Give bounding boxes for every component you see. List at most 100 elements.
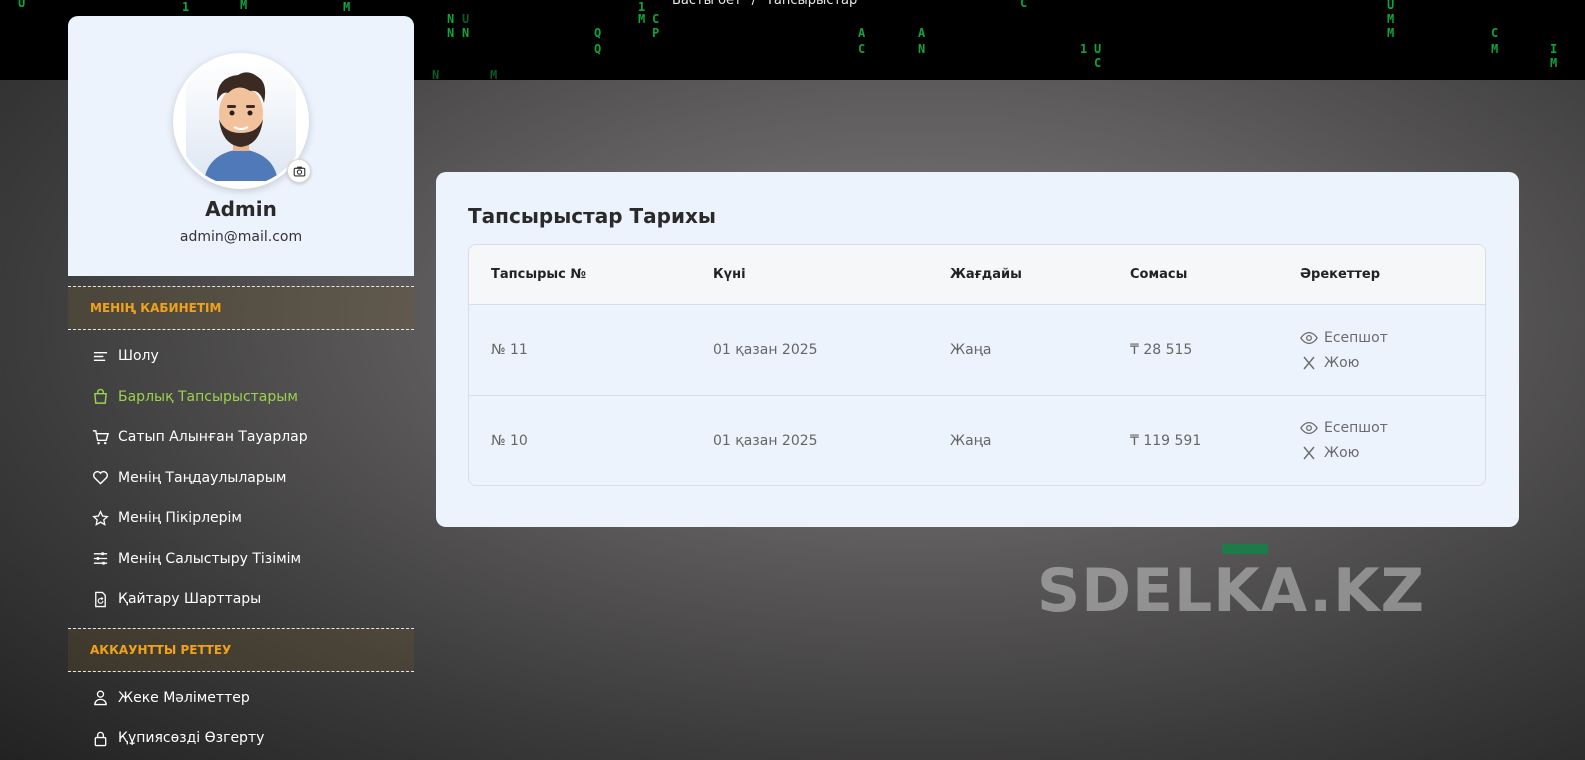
matrix-glyph: M xyxy=(490,68,498,80)
matrix-glyph: M xyxy=(1491,42,1499,56)
sidebar-item-compare[interactable]: Менің Салыстыру Тізімім xyxy=(68,539,414,580)
cabinet-nav: Шолу Барлық Тапсырыстарым Сатып Алынған … xyxy=(68,330,414,620)
order-actions: Есепшот Жою xyxy=(1278,305,1485,395)
cart-icon xyxy=(91,428,109,446)
matrix-glyph: A xyxy=(918,26,926,40)
col-status: Жағдайы xyxy=(928,245,1108,305)
profile-email: admin@mail.com xyxy=(179,229,303,245)
sliders-icon xyxy=(91,550,109,568)
table-header-row: Тапсырыс № Күні Жағдайы Сомасы Әрекеттер xyxy=(469,245,1485,305)
user-icon xyxy=(91,689,109,707)
col-order-number: Тапсырыс № xyxy=(469,245,691,305)
invoice-button[interactable]: Есепшот xyxy=(1300,416,1485,441)
matrix-glyph: N xyxy=(432,68,440,80)
sidebar-item-personal-info[interactable]: Жеке Мәліметтер xyxy=(68,678,414,719)
sidebar-item-overview[interactable]: Шолу xyxy=(68,336,414,377)
matrix-glyph: 1 xyxy=(1080,42,1088,56)
matrix-glyph: I xyxy=(1550,42,1558,56)
matrix-glyph: A xyxy=(858,26,866,40)
matrix-glyph: M xyxy=(240,0,248,12)
matrix-glyph: N xyxy=(918,42,926,56)
matrix-glyph: M xyxy=(1550,56,1558,70)
breadcrumb-current: Тапсырыстар xyxy=(765,0,858,8)
section-account-settings: АККАУНТТЫ РЕТТЕУ xyxy=(68,627,414,672)
matrix-glyph: M xyxy=(343,0,351,14)
heart-icon xyxy=(91,469,109,487)
lock-icon xyxy=(91,729,109,747)
col-amount: Сомасы xyxy=(1108,245,1278,305)
order-number: № 10 xyxy=(469,395,691,485)
star-icon xyxy=(91,509,109,527)
breadcrumb: Басты бет / Тапсырыстар xyxy=(672,0,867,8)
sidebar-item-all-orders[interactable]: Барлық Тапсырыстарым xyxy=(68,377,414,418)
matrix-glyph: N xyxy=(447,12,455,26)
matrix-glyph: M xyxy=(1387,26,1395,40)
matrix-glyph: C xyxy=(652,12,660,26)
sidebar-item-label: Менің Пікірлерім xyxy=(118,510,242,527)
close-icon xyxy=(1303,446,1315,460)
order-history-card: Тапсырыстар Тарихы Тапсырыс № Күні Жағда… xyxy=(436,172,1519,527)
sidebar-item-label: Шолу xyxy=(118,348,159,365)
sidebar-item-favorites[interactable]: Менің Таңдаулыларым xyxy=(68,458,414,499)
sidebar-item-change-password[interactable]: Құпиясөзді Өзгерту xyxy=(68,718,414,759)
invoice-button[interactable]: Есепшот xyxy=(1300,325,1485,350)
sidebar-item-label: Барлық Тапсырыстарым xyxy=(118,388,298,405)
shopping-bag-icon xyxy=(91,388,109,406)
watermark-logo: SDELKA.KZ xyxy=(1037,556,1426,626)
section-my-cabinet: МЕНІҢ КАБИНЕТІМ xyxy=(68,286,414,330)
order-number: № 11 xyxy=(491,342,528,358)
invoice-label: Есепшот xyxy=(1324,329,1388,346)
sidebar-item-reviews[interactable]: Менің Пікірлерім xyxy=(68,498,414,539)
matrix-glyph: M xyxy=(638,12,646,26)
col-actions: Әрекеттер xyxy=(1278,245,1485,305)
matrix-glyph: U xyxy=(18,0,26,10)
sidebar-item-label: Қайтару Шарттары xyxy=(118,591,262,608)
matrix-glyph: M xyxy=(1387,12,1395,26)
page-title: Тапсырыстар Тарихы xyxy=(468,204,716,228)
delete-label: Жою xyxy=(1324,445,1360,461)
table-row: № 10 01 қазан 2025 Жаңа ₸ 119 591 Есепшо… xyxy=(469,395,1485,485)
eye-icon xyxy=(1300,421,1318,435)
table-row: № 11 01 қазан 2025 Жаңа ₸ 28 515 Есепшот… xyxy=(469,305,1485,395)
sidebar: Admin admin@mail.com МЕНІҢ КАБИНЕТІМ Шол… xyxy=(68,16,414,760)
delete-button[interactable]: Жою xyxy=(1300,441,1485,466)
sidebar-item-purchased[interactable]: Сатып Алынған Тауарлар xyxy=(68,417,414,458)
order-actions: Есепшот Жою xyxy=(1278,395,1485,485)
order-amount: ₸ 28 515 xyxy=(1130,342,1193,358)
sidebar-item-label: Менің Таңдаулыларым xyxy=(118,469,287,486)
sidebar-item-returns[interactable]: Қайтару Шарттары xyxy=(68,579,414,620)
matrix-glyph: N xyxy=(462,26,470,40)
sidebar-item-label: Құпиясөзді Өзгерту xyxy=(118,730,265,747)
matrix-glyph: C xyxy=(1491,26,1499,40)
matrix-glyph: U xyxy=(1387,0,1395,12)
sidebar-item-label: Сатып Алынған Тауарлар xyxy=(118,429,308,446)
matrix-glyph: 1 xyxy=(182,0,190,14)
matrix-glyph: U xyxy=(462,12,470,26)
camera-icon xyxy=(293,166,305,177)
return-doc-icon xyxy=(91,590,109,608)
matrix-glyph: C xyxy=(858,42,866,56)
breadcrumb-home[interactable]: Басты бет xyxy=(672,0,742,8)
delete-label: Жою xyxy=(1324,354,1360,371)
account-nav: Жеке Мәліметтер Құпиясөзді Өзгерту xyxy=(68,672,414,759)
profile-card: Admin admin@mail.com xyxy=(68,16,414,276)
order-date: 01 қазан 2025 xyxy=(691,395,928,485)
order-date: 01 қазан 2025 xyxy=(713,342,818,358)
change-photo-button[interactable] xyxy=(287,159,311,183)
watermark-accent xyxy=(1222,544,1268,554)
matrix-glyph: Q xyxy=(594,42,602,56)
eye-icon xyxy=(1300,331,1318,344)
matrix-glyph: C xyxy=(1094,56,1102,70)
avatar-container xyxy=(173,53,311,189)
matrix-glyph: P xyxy=(652,26,660,40)
matrix-glyph: N xyxy=(447,26,455,40)
orders-table: Тапсырыс № Күні Жағдайы Сомасы Әрекеттер… xyxy=(468,244,1486,486)
list-icon xyxy=(91,347,109,365)
invoice-label: Есепшот xyxy=(1324,420,1388,436)
matrix-glyph: C xyxy=(1020,0,1028,10)
delete-button[interactable]: Жою xyxy=(1300,350,1485,375)
matrix-glyph: Q xyxy=(594,26,602,40)
profile-name: Admin xyxy=(205,197,277,221)
breadcrumb-separator: / xyxy=(751,0,756,8)
matrix-glyph: U xyxy=(1094,42,1102,56)
